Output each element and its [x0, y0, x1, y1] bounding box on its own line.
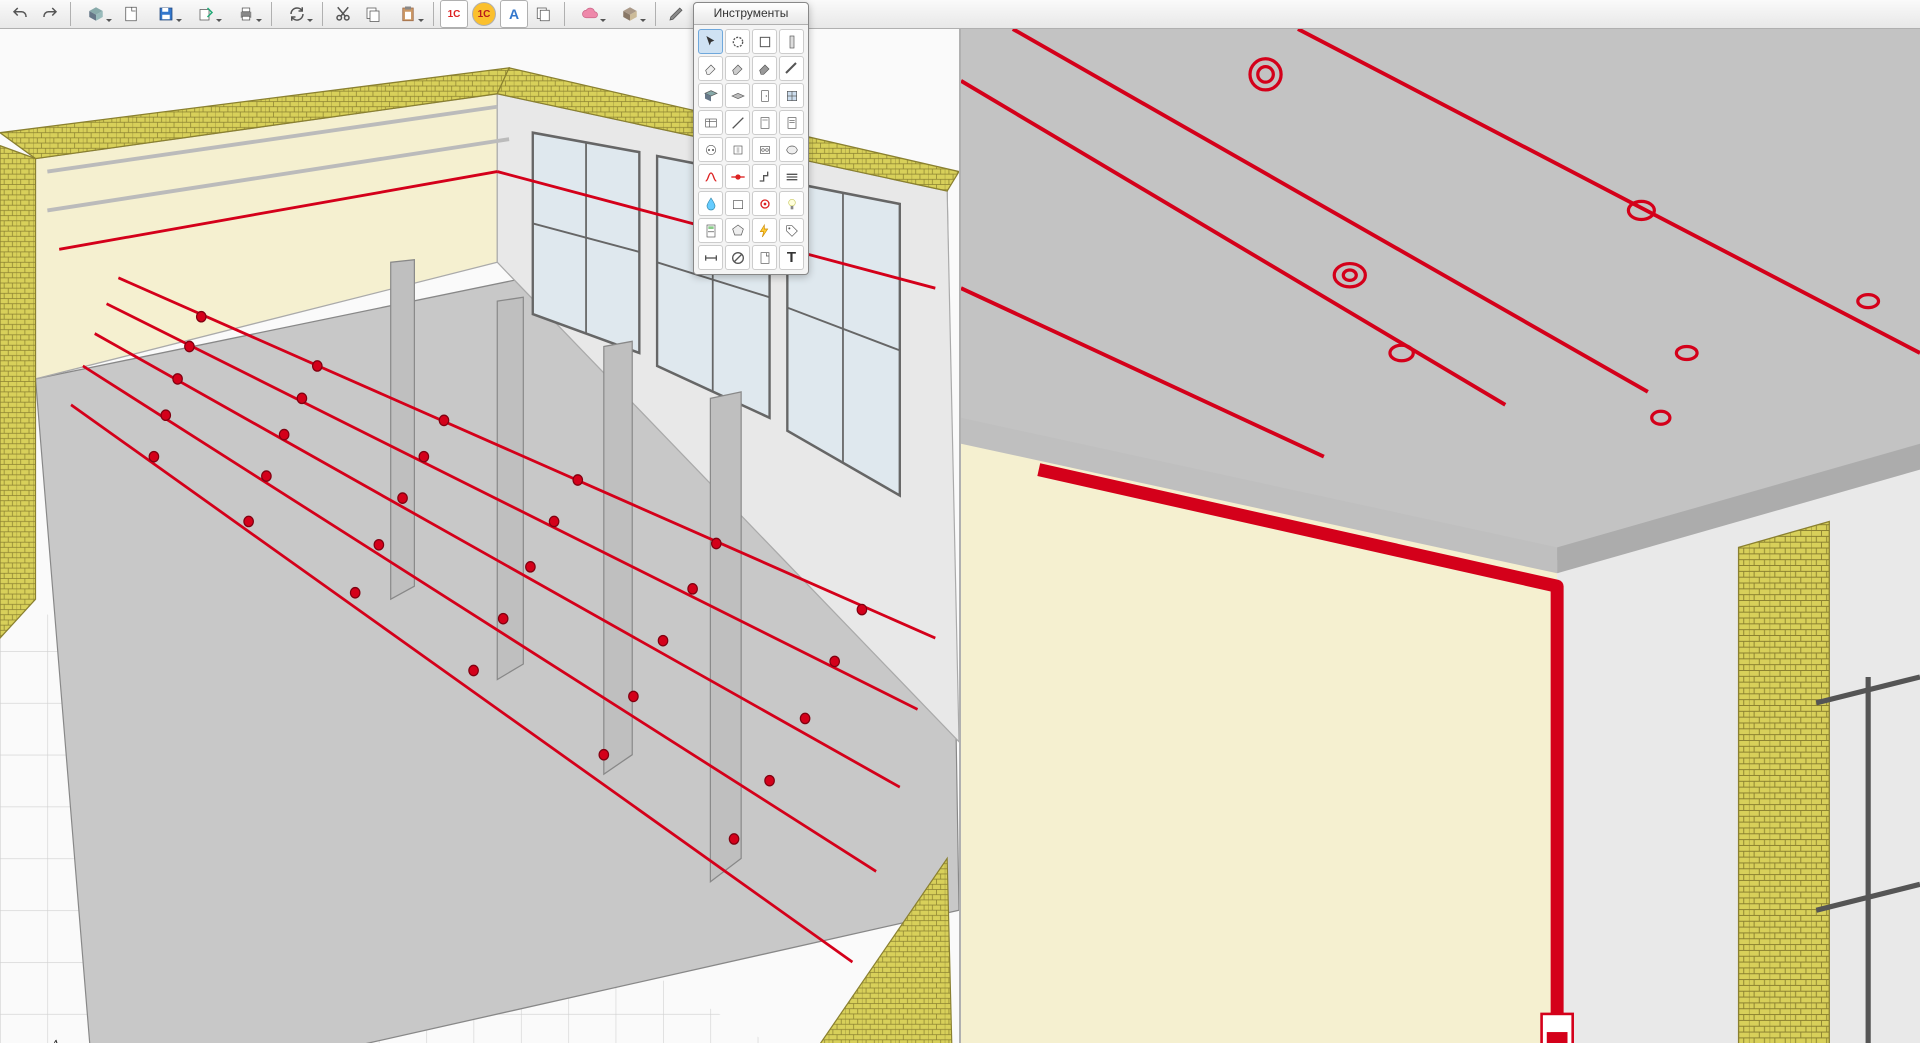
viewport-left[interactable]: B1 — [0, 29, 961, 1043]
workspace: B1 — [0, 29, 1920, 1043]
1c-round-label: 1C — [472, 2, 496, 26]
tool-polyhedron[interactable] — [725, 218, 750, 243]
tool-table[interactable] — [698, 110, 723, 135]
tool-lamp[interactable] — [779, 191, 804, 216]
1c-label: 1C — [448, 9, 461, 20]
tool-pointer[interactable] — [698, 29, 723, 54]
tools-panel-title: Инструменты — [694, 3, 808, 25]
export-button[interactable] — [187, 0, 225, 28]
tool-wall[interactable] — [698, 83, 723, 108]
tool-device[interactable] — [779, 137, 804, 162]
tools-panel-body: T — [694, 25, 808, 274]
tool-marquee[interactable] — [725, 29, 750, 54]
copy-button[interactable] — [359, 0, 387, 28]
paste-button[interactable] — [389, 0, 427, 28]
tool-eraser-line[interactable] — [779, 56, 804, 81]
tools-panel[interactable]: Инструменты — [693, 2, 809, 275]
text-a-button[interactable]: A — [500, 0, 528, 28]
separator — [322, 2, 323, 26]
tool-eraser-soft[interactable] — [698, 56, 723, 81]
left-3d-scene — [0, 29, 959, 1043]
tool-text[interactable]: T — [779, 245, 804, 270]
1c-round-button[interactable]: 1C — [470, 0, 498, 28]
separator — [564, 2, 565, 26]
separator — [70, 2, 71, 26]
tool-calc[interactable] — [698, 218, 723, 243]
tool-circle-slash[interactable] — [725, 245, 750, 270]
tool-box[interactable] — [725, 191, 750, 216]
right-3d-scene — [961, 29, 1920, 1043]
print-button[interactable] — [227, 0, 265, 28]
tool-dimension[interactable] — [698, 245, 723, 270]
tool-socket[interactable] — [698, 137, 723, 162]
model-button[interactable] — [77, 0, 115, 28]
tool-slab[interactable] — [725, 83, 750, 108]
cut-button[interactable] — [329, 0, 357, 28]
tool-cube[interactable] — [752, 29, 777, 54]
settings-button[interactable] — [662, 0, 690, 28]
cloud-button[interactable] — [571, 0, 609, 28]
redo-button[interactable] — [36, 0, 64, 28]
tool-bolt[interactable] — [752, 218, 777, 243]
tool-document[interactable] — [752, 245, 777, 270]
tool-wire[interactable] — [698, 164, 723, 189]
tool-outlet[interactable] — [752, 137, 777, 162]
tool-route[interactable] — [752, 164, 777, 189]
tool-eraser[interactable] — [725, 56, 750, 81]
1c-button[interactable]: 1C — [440, 0, 468, 28]
separator — [271, 2, 272, 26]
tool-bundle[interactable] — [779, 164, 804, 189]
separator — [655, 2, 656, 26]
tool-line[interactable] — [725, 110, 750, 135]
main-toolbar: 1C 1C A ? — [0, 0, 1920, 29]
tool-sensor[interactable] — [752, 191, 777, 216]
save-button[interactable] — [147, 0, 185, 28]
refresh-button[interactable] — [278, 0, 316, 28]
tool-column[interactable] — [779, 29, 804, 54]
tool-window[interactable] — [779, 83, 804, 108]
tool-junction[interactable] — [725, 164, 750, 189]
tool-tag[interactable] — [779, 218, 804, 243]
separator — [433, 2, 434, 26]
tool-drop[interactable] — [698, 191, 723, 216]
new-button[interactable] — [117, 0, 145, 28]
tool-eraser-hard[interactable] — [752, 56, 777, 81]
undo-button[interactable] — [6, 0, 34, 28]
layers-button[interactable] — [530, 0, 558, 28]
text-t-label: T — [787, 249, 796, 266]
package-button[interactable] — [611, 0, 649, 28]
tool-panel[interactable] — [752, 110, 777, 135]
tool-switch[interactable] — [725, 137, 750, 162]
tool-sheet[interactable] — [779, 110, 804, 135]
viewport-right[interactable] — [961, 29, 1920, 1043]
a-label: A — [509, 6, 519, 22]
tool-door[interactable] — [752, 83, 777, 108]
